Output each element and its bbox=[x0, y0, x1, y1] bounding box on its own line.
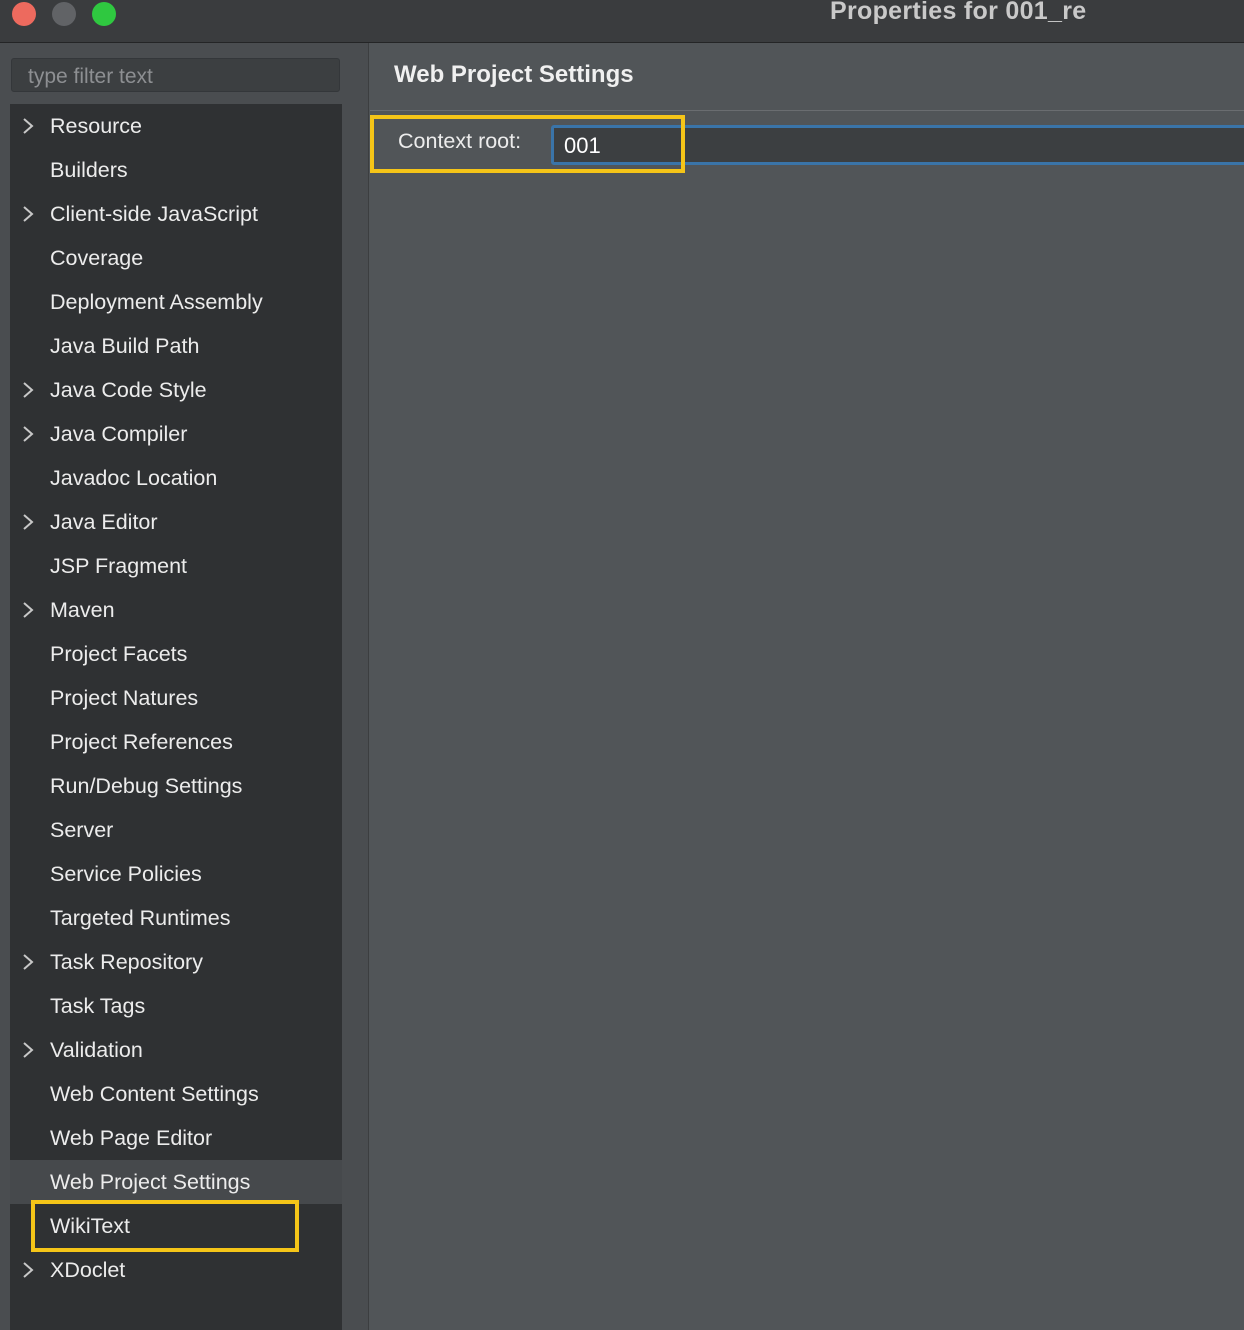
tree-item-label: Task Tags bbox=[50, 994, 146, 1018]
tree-item-label: Client-side JavaScript bbox=[50, 202, 258, 226]
chevron-right-icon[interactable] bbox=[20, 500, 36, 544]
tree-item-label: Run/Debug Settings bbox=[50, 774, 243, 798]
tree-item-project-references[interactable]: Project References bbox=[10, 720, 342, 764]
tree-item-javadoc-location[interactable]: Javadoc Location bbox=[10, 456, 342, 500]
context-root-label: Context root: bbox=[398, 129, 522, 153]
tree-item-task-tags[interactable]: Task Tags bbox=[10, 984, 342, 1028]
tree-item-validation[interactable]: Validation bbox=[10, 1028, 342, 1072]
chevron-right-icon[interactable] bbox=[20, 940, 36, 984]
tree-item-jsp-fragment[interactable]: JSP Fragment bbox=[10, 544, 342, 588]
tree-item-label: Project Facets bbox=[50, 642, 188, 666]
chevron-right-icon[interactable] bbox=[20, 192, 36, 236]
tree-item-wikitext[interactable]: WikiText bbox=[10, 1204, 342, 1248]
minimize-window-button[interactable] bbox=[52, 2, 76, 26]
chevron-right-icon[interactable] bbox=[20, 412, 36, 456]
properties-dialog: Properties for 001_re Resource Builders Cl… bbox=[0, 0, 1244, 1330]
tree-item-label: Project Natures bbox=[50, 686, 199, 710]
page-title: Web Project Settings bbox=[394, 61, 634, 88]
tree-item-label: Java Code Style bbox=[50, 378, 207, 402]
tree-item-task-repository[interactable]: Task Repository bbox=[10, 940, 342, 984]
tree-item-label: Maven bbox=[50, 598, 115, 622]
tree-item-label: Server bbox=[50, 818, 114, 842]
filter-input[interactable] bbox=[11, 58, 340, 92]
tree-item-client-side-javascript[interactable]: Client-side JavaScript bbox=[10, 192, 342, 236]
chevron-right-icon[interactable] bbox=[20, 104, 36, 148]
tree-item-project-natures[interactable]: Project Natures bbox=[10, 676, 342, 720]
tree-item-java-editor[interactable]: Java Editor bbox=[10, 500, 342, 544]
tree-item-label: Web Content Settings bbox=[50, 1082, 259, 1106]
tree-item-web-page-editor[interactable]: Web Page Editor bbox=[10, 1116, 342, 1160]
tree-item-java-code-style[interactable]: Java Code Style bbox=[10, 368, 342, 412]
tree-item-coverage[interactable]: Coverage bbox=[10, 236, 342, 280]
tree-item-java-compiler[interactable]: Java Compiler bbox=[10, 412, 342, 456]
context-root-input[interactable] bbox=[551, 125, 1244, 165]
tree-item-label: WikiText bbox=[50, 1214, 131, 1238]
chevron-right-icon[interactable] bbox=[20, 588, 36, 632]
tree-item-resource[interactable]: Resource bbox=[10, 104, 342, 148]
chevron-right-icon[interactable] bbox=[20, 368, 36, 412]
tree-item-run-debug-settings[interactable]: Run/Debug Settings bbox=[10, 764, 342, 808]
tree-item-server[interactable]: Server bbox=[10, 808, 342, 852]
tree-item-label: XDoclet bbox=[50, 1258, 126, 1282]
tree-item-builders[interactable]: Builders bbox=[10, 148, 342, 192]
property-tree: Resource Builders Client-side JavaScript Co… bbox=[10, 104, 342, 1330]
sidebar: Resource Builders Client-side JavaScript Co… bbox=[0, 43, 369, 1330]
tree-item-web-content-settings[interactable]: Web Content Settings bbox=[10, 1072, 342, 1116]
tree-item-maven[interactable]: Maven bbox=[10, 588, 342, 632]
title-bar: Properties for 001_re bbox=[0, 0, 1244, 43]
tree-item-targeted-runtimes[interactable]: Targeted Runtimes bbox=[10, 896, 342, 940]
tree-item-label: Web Page Editor bbox=[50, 1126, 213, 1150]
tree-item-label: Coverage bbox=[50, 246, 144, 270]
zoom-window-button[interactable] bbox=[92, 2, 116, 26]
tree-item-deployment-assembly[interactable]: Deployment Assembly bbox=[10, 280, 342, 324]
tree-item-label: Resource bbox=[50, 114, 143, 138]
tree-item-xdoclet[interactable]: XDoclet bbox=[10, 1248, 342, 1292]
tree-item-web-project-settings[interactable]: Web Project Settings bbox=[10, 1160, 342, 1204]
tree-item-label: Task Repository bbox=[50, 950, 203, 974]
tree-item-label: Project References bbox=[50, 730, 233, 754]
tree-item-label: Builders bbox=[50, 158, 128, 182]
tree-item-label: Targeted Runtimes bbox=[50, 906, 231, 930]
tree-item-label: Validation bbox=[50, 1038, 143, 1062]
tree-item-label: Javadoc Location bbox=[50, 466, 218, 490]
tree-item-service-policies[interactable]: Service Policies bbox=[10, 852, 342, 896]
main-panel: Web Project Settings Context root: bbox=[370, 43, 1244, 1330]
tree-item-label: Deployment Assembly bbox=[50, 290, 263, 314]
tree-item-label: Service Policies bbox=[50, 862, 202, 886]
tree-item-java-build-path[interactable]: Java Build Path bbox=[10, 324, 342, 368]
chevron-right-icon[interactable] bbox=[20, 1248, 36, 1292]
tree-item-label: Java Editor bbox=[50, 510, 158, 534]
tree-item-label: JSP Fragment bbox=[50, 554, 188, 578]
title-separator bbox=[370, 110, 1244, 111]
tree-item-label: Java Build Path bbox=[50, 334, 200, 358]
tree-item-project-facets[interactable]: Project Facets bbox=[10, 632, 342, 676]
close-window-button[interactable] bbox=[12, 2, 36, 26]
window-title: Properties for 001_re bbox=[830, 0, 1087, 25]
tree-item-label: Java Compiler bbox=[50, 422, 188, 446]
tree-item-label: Web Project Settings bbox=[50, 1170, 251, 1194]
chevron-right-icon[interactable] bbox=[20, 1028, 36, 1072]
